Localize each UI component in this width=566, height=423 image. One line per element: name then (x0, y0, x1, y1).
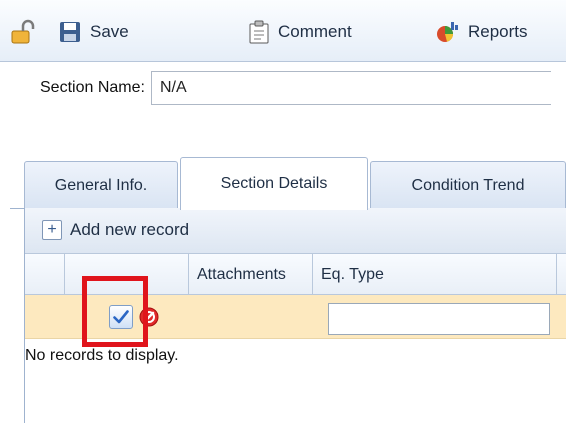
add-new-record-label: Add new record (70, 220, 190, 239)
cancel-icon[interactable] (137, 305, 161, 329)
reports-button[interactable]: Reports (434, 19, 528, 45)
section-name-input[interactable] (150, 71, 551, 105)
tab-strip: General Info. Section Details Condition … (10, 157, 566, 210)
clipboard-icon (249, 20, 269, 44)
plus-icon: + (42, 220, 62, 240)
save-button[interactable]: Save (58, 19, 129, 45)
comment-label: Comment (278, 22, 352, 41)
header-expand-column (25, 254, 65, 295)
section-name-row: Section Name: (40, 71, 551, 105)
add-new-record-button[interactable]: + Add new record (42, 220, 189, 240)
tab-section-details[interactable]: Section Details (180, 157, 368, 210)
section-name-label: Section Name: (40, 79, 145, 96)
grid-command-bar: + Add new record (25, 208, 566, 254)
header-eq-type[interactable]: Eq. Type (313, 254, 557, 295)
toolbar: Save Comment Reports (0, 0, 566, 62)
update-button[interactable] (109, 305, 133, 329)
header-attachments[interactable]: Attachments (189, 254, 313, 295)
eq-type-input[interactable] (328, 303, 550, 335)
grid-header: Attachments Eq. Type (25, 254, 566, 295)
header-command-column (65, 254, 189, 295)
reports-label: Reports (468, 22, 528, 41)
grid-edit-row (25, 295, 566, 339)
checkmark-icon (113, 310, 129, 324)
records-grid: + Add new record Attachments Eq. Type No… (24, 208, 566, 423)
tab-condition-trend[interactable]: Condition Trend (370, 161, 566, 209)
empty-records-message: No records to display. (25, 347, 179, 364)
pie-chart-icon (437, 22, 458, 42)
lock-button[interactable] (10, 19, 36, 45)
floppy-disk-icon (60, 22, 80, 42)
comment-button[interactable]: Comment (248, 19, 352, 45)
unlock-icon (11, 19, 35, 44)
tab-general-info[interactable]: General Info. (24, 161, 178, 209)
save-label: Save (90, 22, 129, 41)
